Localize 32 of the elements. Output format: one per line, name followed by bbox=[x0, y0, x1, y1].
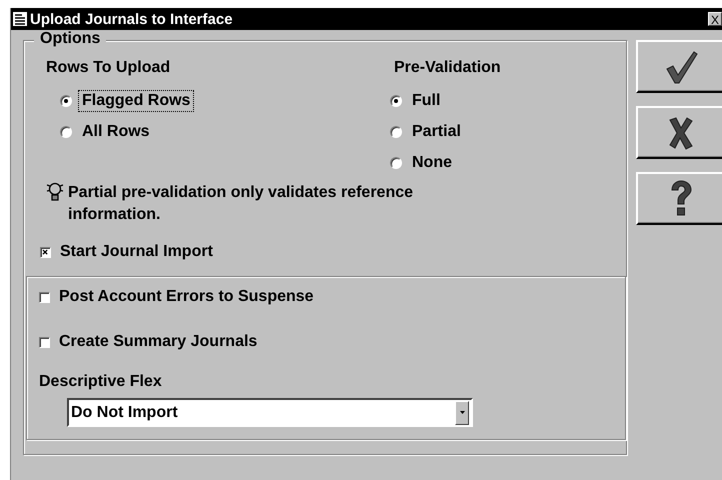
check-icon bbox=[664, 48, 698, 84]
question-icon bbox=[670, 180, 692, 218]
checkbox[interactable] bbox=[39, 292, 50, 302]
group-legend: Options bbox=[34, 30, 106, 48]
radio-button[interactable] bbox=[60, 126, 72, 138]
close-button[interactable]: X bbox=[708, 12, 722, 26]
cross-icon bbox=[668, 116, 694, 150]
radio-button[interactable] bbox=[60, 94, 72, 106]
lightbulb-icon bbox=[46, 182, 64, 202]
group-label: Rows To Upload bbox=[46, 59, 172, 78]
checkbox-label: Create Summary Journals bbox=[59, 333, 258, 351]
descriptive-flex-dropdown[interactable]: Do Not Import bbox=[67, 398, 473, 427]
group-label: Pre-Validation bbox=[393, 59, 502, 78]
checkbox[interactable] bbox=[39, 336, 50, 348]
cancel-button[interactable] bbox=[636, 106, 722, 159]
dropdown-arrow-icon bbox=[460, 411, 464, 414]
radio-label: None bbox=[411, 152, 453, 172]
ok-button[interactable] bbox=[636, 40, 722, 93]
radio-button[interactable] bbox=[390, 126, 402, 138]
radio-label: All Rows bbox=[81, 122, 151, 142]
hint-text: Partial pre-validation only validates reference information. bbox=[68, 183, 414, 225]
radio-label: Full bbox=[411, 90, 442, 110]
window-title: Upload Journals to Interface bbox=[30, 10, 234, 28]
help-button[interactable] bbox=[636, 172, 722, 225]
radio-button[interactable] bbox=[390, 156, 402, 168]
radio-button[interactable] bbox=[390, 94, 402, 106]
field-label: Descriptive Flex bbox=[39, 373, 163, 392]
checkbox-label: Post Account Errors to Suspense bbox=[59, 288, 314, 306]
radio-label: Partial bbox=[411, 122, 462, 142]
radio-label: Flagged Rows bbox=[78, 90, 194, 112]
checkbox-label: Start Journal Import bbox=[60, 243, 213, 261]
checkbox[interactable] bbox=[40, 246, 51, 258]
